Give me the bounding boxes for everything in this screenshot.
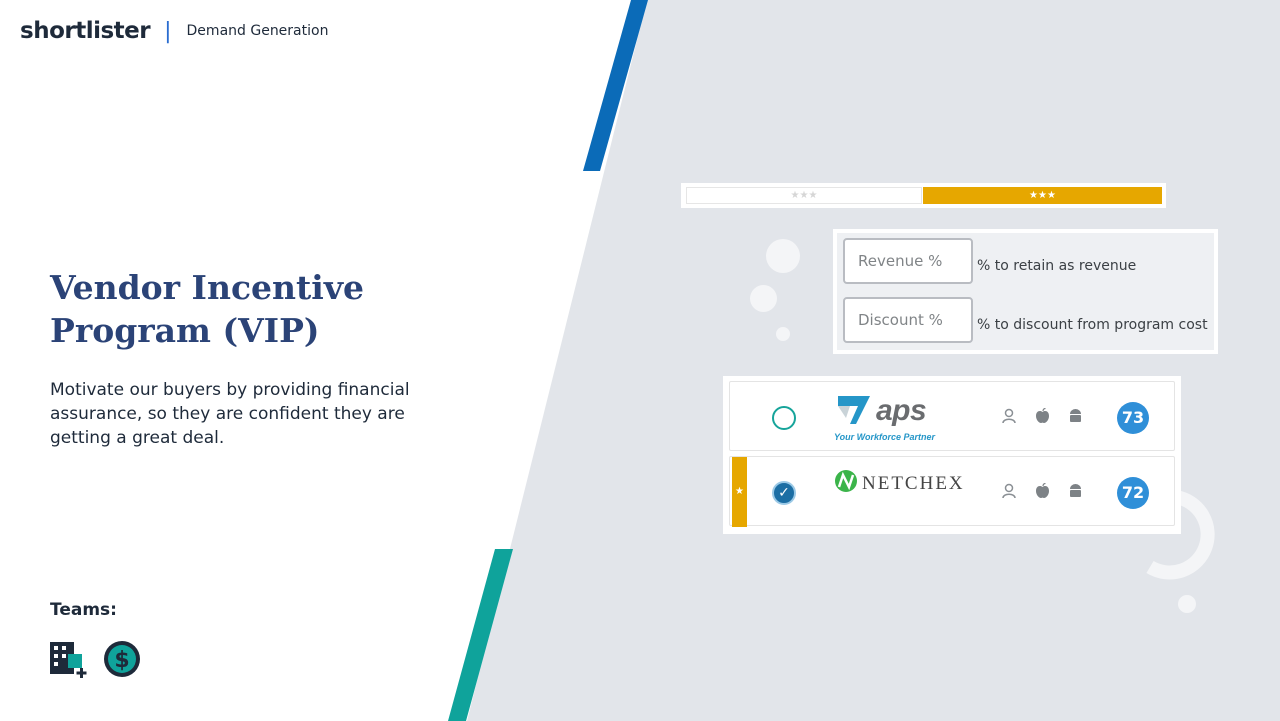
apple-icon [1035, 482, 1050, 499]
apple-icon [1035, 407, 1050, 424]
revenue-field[interactable]: Revenue % [843, 238, 973, 284]
dollar-circle-icon: $ [104, 641, 140, 677]
page-description: Motivate our buyers by providing financi… [50, 380, 410, 448]
decor-dot [1178, 595, 1196, 613]
decor-circle-small [776, 327, 790, 341]
vendor-list: aps Your Workforce Partner 73 ★ ✓ NETCHE… [723, 376, 1181, 534]
android-icon [1068, 408, 1083, 424]
select-radio[interactable] [772, 406, 796, 430]
section-title: Demand Generation [186, 23, 329, 39]
svg-text:$: $ [114, 648, 129, 673]
stars-left: ★★★ [686, 187, 922, 204]
revenue-row: Revenue % % to retain as revenue [843, 238, 1136, 284]
gray-panel [467, 0, 1280, 721]
vendor-row-netchex[interactable]: ★ ✓ NETCHEX 72 [729, 456, 1175, 527]
aps-mark-icon [838, 396, 870, 424]
vendor-meta-icons [1002, 482, 1083, 499]
star-flag: ★ [732, 457, 747, 527]
discount-text: % to discount from program cost [977, 317, 1208, 333]
discount-field[interactable]: Discount % [843, 297, 973, 343]
page-title: Vendor Incentive Program (VIP) [50, 268, 364, 350]
vendor-row-aps[interactable]: aps Your Workforce Partner 73 [729, 381, 1175, 451]
android-icon [1068, 483, 1083, 499]
netchex-name: NETCHEX [862, 473, 965, 494]
netchex-mark-icon [835, 470, 857, 492]
revenue-text: % to retain as revenue [977, 258, 1137, 274]
vendor-meta-icons [1002, 407, 1083, 424]
background-shapes [448, 0, 1280, 721]
header-separator: | [164, 18, 172, 44]
user-icon [1002, 408, 1017, 424]
stars-bar: ★★★ ★★★ [681, 183, 1166, 208]
building-plus-icon [50, 642, 87, 678]
select-radio-checked[interactable]: ✓ [772, 481, 796, 505]
aps-tagline: Your Workforce Partner [834, 432, 936, 442]
aps-name: aps [876, 394, 927, 427]
vendor-score: 72 [1117, 477, 1149, 509]
shortlister-logo[interactable]: shortlister [20, 18, 151, 44]
decor-circle-medium [750, 285, 777, 312]
incentive-panel-inner: Revenue % % to retain as revenue Discoun… [837, 233, 1214, 350]
stars-right: ★★★ [923, 187, 1162, 204]
incentive-panel: Revenue % % to retain as revenue Discoun… [833, 229, 1218, 354]
vendor-score: 73 [1117, 402, 1149, 434]
teams-label: Teams: [50, 600, 117, 620]
decor-circle-large [766, 239, 800, 273]
user-icon [1002, 483, 1017, 499]
header: shortlister | Demand Generation [20, 18, 328, 44]
discount-row: Discount % % to discount from program co… [843, 297, 1208, 343]
